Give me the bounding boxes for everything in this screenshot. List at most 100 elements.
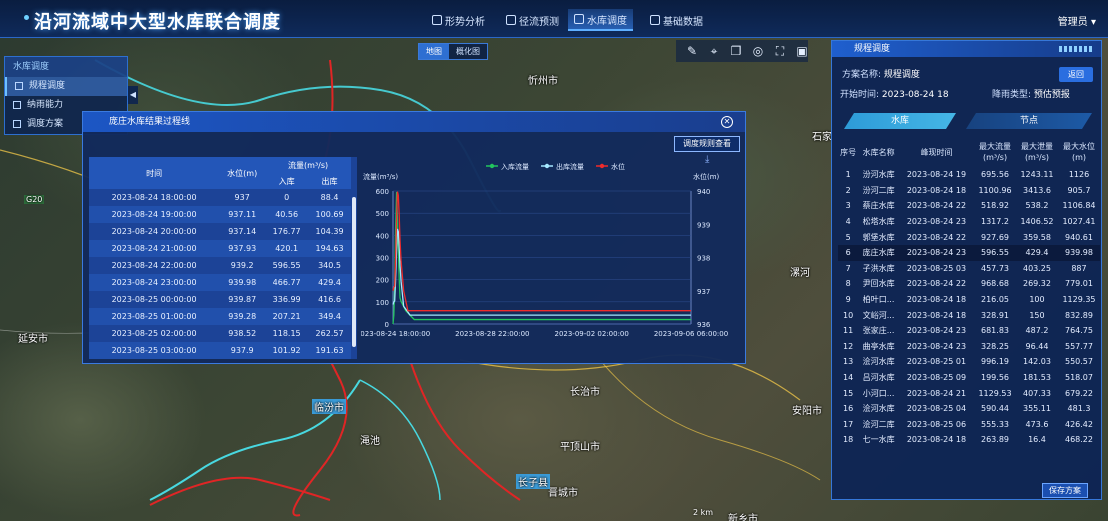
- nav-label: 水库调度: [587, 15, 627, 27]
- measure-icon[interactable]: ✎: [686, 44, 698, 58]
- map-toggle-schematic[interactable]: 概化图: [449, 44, 487, 59]
- y2-tick-label: 940: [697, 188, 710, 196]
- table-cell: 3: [845, 201, 851, 211]
- table-cell: 2023-08-24 18:00:00: [111, 193, 197, 202]
- table-cell: 郭堡水库: [862, 232, 895, 242]
- layers-icon[interactable]: ❐: [730, 44, 742, 58]
- table-row[interactable]: 2023-08-24 21:00:00 937.93 420.1 194.63: [89, 240, 351, 257]
- nav-dispatch[interactable]: 水库调度: [568, 9, 633, 31]
- reservoir-row[interactable]: 8 尹回水库 2023-08-24 22 968.68 269.32 779.01: [838, 276, 1100, 292]
- table-row[interactable]: 2023-08-24 19:00:00 937.11 40.56 100.69: [89, 206, 351, 223]
- fullscreen-icon[interactable]: ⛶: [774, 44, 786, 58]
- table-cell: 七一水库: [862, 435, 895, 445]
- table-row[interactable]: 2023-08-24 22:00:00 939.2 596.55 340.5: [89, 257, 351, 274]
- nav-label: 形势分析: [445, 16, 485, 28]
- reservoir-row[interactable]: 9 柏叶口... 2023-08-24 18 216.05 100 1129.35: [838, 292, 1100, 308]
- nav-basedata[interactable]: 基础数据: [644, 9, 709, 31]
- reservoir-row[interactable]: 12 曲亭水库 2023-08-24 23 328.25 96.44 557.77: [838, 339, 1100, 355]
- table-cell: 262.57: [315, 329, 344, 338]
- save-plan-button[interactable]: 保存方案: [1042, 483, 1088, 498]
- table-cell: 蔡庄水库: [862, 201, 895, 211]
- location-icon[interactable]: ⌖: [708, 44, 720, 58]
- table-cell: 207.21: [265, 308, 309, 325]
- table-row[interactable]: 2023-08-24 18:00:00 937 0 88.4: [89, 189, 351, 206]
- table-cell: 浍河水库: [862, 404, 895, 414]
- reservoir-row[interactable]: 14 吕河水库 2023-08-25 09 199.56 181.53 518.07: [838, 370, 1100, 386]
- legend-marker: [489, 163, 495, 169]
- table-cell: 905.7: [1067, 185, 1091, 195]
- table-cell: 2023-08-24 19:00:00: [89, 206, 220, 223]
- map-label: 延安市: [18, 334, 48, 345]
- table-row[interactable]: 2023-08-24 20:00:00 937.14 176.77 104.39: [89, 223, 351, 240]
- reservoir-row[interactable]: 10 文峪河... 2023-08-24 18 328.91 150 832.89: [838, 307, 1100, 323]
- map-label: 临汾市: [312, 399, 346, 414]
- table-cell: 尹回水库: [862, 279, 895, 289]
- table-cell: 2023-08-24 18: [906, 310, 967, 320]
- table-cell: 2023-08-24 23: [906, 326, 967, 336]
- map-label: 忻州市: [528, 76, 558, 87]
- plan-label: 方案名称:: [842, 70, 882, 80]
- y-tick-label: 0: [385, 321, 389, 329]
- reservoir-row[interactable]: 6 庞庄水库 2023-08-24 23 596.55 429.4 939.98: [838, 244, 1100, 261]
- reservoir-row[interactable]: 5 郭堡水库 2023-08-24 22 927.69 359.58 940.61: [838, 229, 1100, 245]
- reservoir-row[interactable]: 4 松塔水库 2023-08-24 23 1317.2 1406.52 1027.41: [838, 214, 1100, 230]
- reservoir-row[interactable]: 7 子洪水库 2023-08-25 03 457.73 403.25 887: [838, 261, 1100, 277]
- table-row[interactable]: 2023-08-25 00:00:00 939.87 336.99 416.6: [89, 291, 351, 308]
- tab-reservoir[interactable]: 水库: [844, 113, 956, 129]
- legend-label: 出库流量: [556, 162, 584, 171]
- table-cell: 481.3: [1067, 404, 1091, 414]
- reservoir-row[interactable]: 3 蔡庄水库 2023-08-24 22 518.92 538.2 1106.84: [838, 198, 1100, 214]
- sidebar-item-rule[interactable]: 规程调度: [5, 77, 127, 96]
- table-cell: 16.4: [1028, 435, 1046, 445]
- reservoir-row[interactable]: 1 汾河水库 2023-08-24 19 695.56 1243.11 1126: [838, 167, 1100, 183]
- table-cell: 150: [1029, 310, 1045, 320]
- reservoir-row[interactable]: 16 浍河水库 2023-08-25 04 590.44 355.11 481.3: [838, 401, 1100, 417]
- panel-icon[interactable]: ▣: [796, 44, 808, 58]
- table-row[interactable]: 2023-08-25 01:00:00 939.28 207.21 349.4: [89, 308, 351, 325]
- table-cell: 11: [843, 326, 854, 336]
- reservoir-row[interactable]: 18 七一水库 2023-08-24 18 263.89 16.4 468.22: [838, 432, 1100, 448]
- map-toggle-map[interactable]: 地图: [419, 44, 449, 59]
- user-menu[interactable]: 管理员 ▾: [1058, 13, 1096, 28]
- reservoir-row[interactable]: 13 浍河水库 2023-08-25 01 996.19 142.03 550.57: [838, 354, 1100, 370]
- table-cell: 590.44: [981, 404, 1009, 414]
- table-cell: 2023-08-24 22: [906, 201, 967, 211]
- table-cell: 336.99: [272, 295, 301, 304]
- table-cell: 88.4: [320, 193, 339, 202]
- reservoir-row[interactable]: 17 浍河二库 2023-08-25 06 555.33 473.6 426.42: [838, 417, 1100, 433]
- table-row[interactable]: 2023-08-25 03:00:00 937.9 101.92 191.63: [89, 342, 351, 359]
- reservoir-row[interactable]: 2 汾河二库 2023-08-24 18 1100.96 3413.6 905.7: [838, 183, 1100, 199]
- table-cell: 199.56: [981, 373, 1009, 383]
- close-icon[interactable]: ✕: [721, 116, 733, 128]
- table-cell: 100: [1029, 295, 1045, 305]
- globe-icon[interactable]: ◎: [752, 44, 764, 58]
- chart-icon: [13, 101, 21, 109]
- nav-forecast[interactable]: 径流预测: [500, 9, 565, 31]
- table-cell: 679.22: [1064, 388, 1093, 398]
- table-cell: 2023-08-24 21:00:00: [89, 240, 220, 257]
- download-icon: ⤓: [705, 154, 710, 165]
- table-cell: 1126: [1068, 170, 1090, 180]
- table-cell: 487.2: [1025, 326, 1049, 336]
- table-cell: 403.25: [1022, 263, 1051, 273]
- nav-situation[interactable]: 形势分析: [426, 9, 491, 31]
- table-cell: 9: [845, 295, 851, 305]
- rule-view-button[interactable]: 调度规则查看: [674, 136, 740, 152]
- table-cell: 浍河水库: [862, 357, 895, 367]
- reservoir-row[interactable]: 11 张家庄... 2023-08-24 23 681.83 487.2 764.75: [838, 323, 1100, 339]
- col-outflow: 出库: [308, 173, 351, 189]
- table-cell: 2023-08-24 23:00:00: [89, 274, 220, 291]
- sidebar-collapse-button[interactable]: ◀: [128, 86, 138, 104]
- table-row[interactable]: 2023-08-24 23:00:00 939.98 466.77 429.4: [89, 274, 351, 291]
- table-cell: 937.9: [219, 342, 266, 359]
- table-scrollbar[interactable]: [352, 197, 356, 347]
- map-label: 长治市: [570, 387, 600, 398]
- table-row[interactable]: 2023-08-25 02:00:00 938.52 118.15 262.57: [89, 325, 351, 342]
- table-cell: 1317.2: [981, 217, 1009, 227]
- table-cell: 曲亭水库: [862, 341, 895, 351]
- rain-row: 降雨类型: 预估预报: [992, 87, 1070, 100]
- reservoir-row[interactable]: 15 小河口... 2023-08-24 21 1129.53 407.33 679.22: [838, 385, 1100, 401]
- table-cell: 939.87: [228, 295, 257, 304]
- back-button[interactable]: 返回: [1059, 67, 1093, 82]
- tab-node[interactable]: 节点: [966, 113, 1092, 129]
